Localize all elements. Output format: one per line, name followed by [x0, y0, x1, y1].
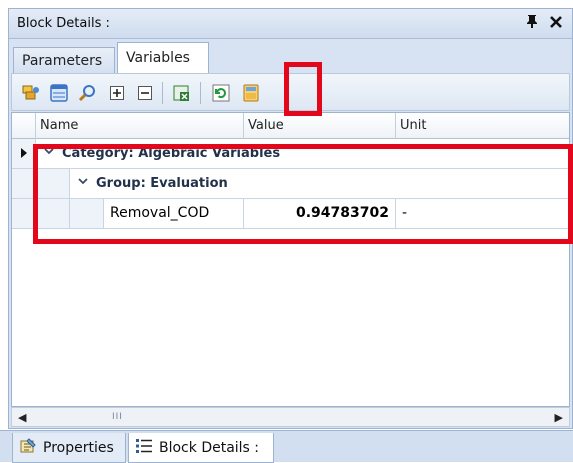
- tab-variables[interactable]: Variables: [117, 42, 209, 74]
- panel-title: Block Details :: [17, 16, 110, 31]
- search-icon[interactable]: [76, 82, 98, 104]
- properties-icon: [19, 437, 37, 459]
- variable-name-cell[interactable]: Removal_COD: [104, 199, 244, 228]
- scrollbar-grip[interactable]: III: [112, 412, 123, 422]
- expand-all-icon[interactable]: [106, 82, 128, 104]
- tab-block-details-label: Block Details :: [159, 439, 260, 456]
- tab-properties[interactable]: Properties: [12, 433, 126, 463]
- category-label: Category: Algebraic Variables: [62, 146, 281, 161]
- table-view-icon[interactable]: [48, 82, 70, 104]
- group-label: Group: Evaluation: [96, 176, 228, 191]
- row-indicator: [12, 199, 36, 228]
- header-indicator: [12, 113, 36, 139]
- grid-header: Name Value Unit: [12, 113, 569, 139]
- toolbar-separator: [162, 82, 163, 104]
- tab-block-details[interactable]: Block Details :: [128, 433, 274, 463]
- display-settings-icon[interactable]: [20, 82, 42, 104]
- indent-cell: [36, 169, 70, 198]
- variable-unit-cell[interactable]: -: [396, 199, 571, 228]
- category-row[interactable]: Category: Algebraic Variables: [12, 139, 569, 169]
- chevron-down-icon[interactable]: [44, 145, 54, 159]
- scroll-right-icon[interactable]: ▶: [555, 411, 563, 424]
- refresh-icon[interactable]: [210, 82, 232, 104]
- export-excel-icon[interactable]: [170, 82, 192, 104]
- column-unit-header[interactable]: Unit: [396, 113, 571, 139]
- block-details-panel: Block Details : Parameters Variables Nam…: [8, 8, 573, 429]
- tab-parameters[interactable]: Parameters: [13, 47, 115, 74]
- current-row-arrow-icon: [20, 147, 28, 163]
- bottom-tab-strip: Properties Block Details :: [0, 430, 573, 463]
- variable-value-cell[interactable]: 0.94783702: [244, 199, 396, 228]
- table-row[interactable]: Removal_COD 0.94783702 -: [12, 199, 569, 229]
- pin-icon[interactable]: [526, 14, 538, 32]
- column-name-header[interactable]: Name: [36, 113, 244, 139]
- list-icon: [135, 438, 153, 458]
- variables-grid: Name Value Unit Category: Algebraic Vari…: [11, 112, 570, 407]
- close-icon[interactable]: [550, 14, 562, 32]
- tab-properties-label: Properties: [43, 439, 114, 456]
- column-value-header[interactable]: Value: [244, 113, 396, 139]
- horizontal-scrollbar[interactable]: ◀ III ▶: [11, 407, 570, 427]
- toolbar-separator: [200, 82, 201, 104]
- scroll-left-icon[interactable]: ◀: [18, 411, 26, 424]
- chevron-down-icon[interactable]: [78, 175, 88, 189]
- group-row[interactable]: Group: Evaluation: [12, 169, 569, 199]
- row-indicator: [12, 169, 36, 198]
- collapse-all-icon[interactable]: [134, 82, 156, 104]
- toolbar: [11, 73, 570, 111]
- row-indicator: [12, 139, 36, 168]
- indent-cell: [36, 199, 70, 228]
- tab-strip: Parameters Variables: [9, 39, 572, 74]
- panel-titlebar: Block Details :: [9, 9, 572, 39]
- indent-cell: [70, 199, 104, 228]
- calculator-icon[interactable]: [240, 82, 262, 104]
